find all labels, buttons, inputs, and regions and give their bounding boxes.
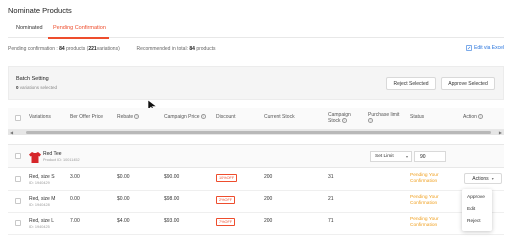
red-tshirt-icon [29, 152, 41, 163]
col-status: Status [410, 114, 425, 120]
summary-bar: Pending confirmation : 84 products (221v… [8, 46, 216, 52]
batch-setting-panel: Batch Setting 0 variations selected Reje… [8, 66, 504, 100]
row-checkbox[interactable] [15, 220, 21, 226]
chevron-down-icon: ▾ [491, 176, 494, 181]
offer-price: 0.00 [70, 196, 80, 202]
purchase-limit-select[interactable]: Set Limit ▾ [370, 151, 412, 162]
row-checkbox[interactable] [15, 198, 21, 204]
table-row: Red, size S ID: 1940429 3.00 $0.00 $90.0… [8, 169, 504, 191]
col-rebate: Rebate? [117, 114, 140, 120]
row-checkbox[interactable] [15, 176, 21, 182]
menu-item-reject[interactable]: Reject [467, 219, 481, 224]
actions-button[interactable]: Actions ▾ [464, 173, 502, 184]
recommended-products-count: 84 [189, 46, 195, 52]
scrollbar-thumb[interactable] [26, 131, 491, 134]
info-icon: ? [368, 118, 373, 124]
approve-selected-button[interactable]: Approve Selected [441, 77, 495, 90]
actions-dropdown-menu: Approve Edit Reject [462, 189, 492, 231]
variation-name: Red, size M [29, 196, 56, 202]
campaign-stock: 31 [328, 174, 334, 180]
campaign-stock: 71 [328, 218, 334, 224]
chevron-down-icon: ▾ [405, 154, 408, 159]
pending-variations-count: 221 [88, 46, 97, 52]
scroll-left-arrow-icon[interactable]: ◀ [10, 130, 13, 135]
products-word: products ( [66, 46, 89, 52]
edit-via-excel-label: Edit via Excel [473, 45, 504, 51]
product-name: Red Tee [43, 151, 62, 157]
info-icon: ? [477, 114, 483, 120]
rebate-value: $0.00 [117, 196, 130, 202]
scroll-right-arrow-icon[interactable]: ▶ [499, 130, 502, 135]
col-campaign-stock: Campaign Stock? [328, 112, 351, 124]
menu-item-edit[interactable]: Edit [467, 207, 475, 212]
selected-text: variations selected [19, 85, 58, 90]
horizontal-scrollbar[interactable]: ◀ ▶ [8, 130, 504, 135]
variation-name: Red, size S [29, 174, 55, 180]
select-all-checkbox[interactable] [15, 115, 21, 121]
campaign-stock: 21 [328, 196, 334, 202]
status-text: Pending Your Confirmation [410, 195, 439, 206]
col-variations: Variations [29, 114, 51, 120]
tab-pending-confirmation[interactable]: Pending Confirmation [53, 25, 106, 31]
rebate-value: $4.00 [117, 218, 130, 224]
variation-id: ID: 1940428 [29, 203, 50, 207]
recommended-label: Recommended in total: [136, 46, 188, 52]
purchase-limit-input[interactable]: 90 [414, 151, 446, 162]
recommended-word: products [196, 46, 216, 52]
offer-price: 7.00 [70, 218, 80, 224]
table-row: Red, size L ID: 1940425 7.00 $4.00 $93.0… [8, 213, 504, 235]
current-stock: 200 [264, 218, 273, 224]
offer-price: 3.00 [70, 174, 80, 180]
status-text: Pending Your Confirmation [410, 217, 439, 228]
col-action: Action? [463, 114, 483, 120]
col-current-stock: Current Stock [264, 114, 295, 120]
product-checkbox[interactable] [15, 153, 21, 159]
variation-id: ID: 1940429 [29, 181, 50, 185]
tab-bar: Nominated Pending Confirmation [8, 20, 504, 39]
edit-icon [466, 45, 472, 51]
menu-item-approve[interactable]: Approve [467, 195, 485, 200]
pending-products-count: 84 [59, 46, 65, 52]
batch-selection-info: 0 variations selected [16, 85, 57, 90]
status-text: Pending Your Confirmation [410, 173, 439, 184]
discount-badge: 7%OFF [216, 218, 236, 226]
table-header: Variations Ber Offer Price Rebate? Campa… [8, 108, 504, 130]
col-campaign-price: Campaign Price? [164, 114, 206, 120]
selected-count: 0 [16, 85, 19, 90]
campaign-price: $93.00 [164, 218, 180, 224]
tab-nominated[interactable]: Nominated [16, 25, 43, 31]
col-purchase-limit: Purchase limit? [368, 112, 400, 124]
pending-label: Pending confirmation : [8, 46, 58, 52]
info-icon: ? [134, 114, 140, 120]
discount-badge: 2%OFF [216, 196, 236, 204]
current-stock: 200 [264, 196, 273, 202]
product-row: Red Tee Product ID: 10011452 Set Limit ▾… [8, 144, 504, 168]
discount-badge: 10%OFF [216, 174, 238, 182]
table-row: Red, size M ID: 1940428 0.00 $0.00 $98.0… [8, 191, 504, 213]
info-icon: ? [341, 118, 347, 124]
campaign-price: $90.00 [164, 174, 180, 180]
col-discount: Discount [216, 114, 236, 120]
variation-name: Red, size L [29, 218, 55, 224]
campaign-price: $98.00 [164, 196, 180, 202]
batch-setting-title: Batch Setting [16, 76, 49, 82]
variations-word: variations) [96, 46, 120, 52]
col-offer-price: Ber Offer Price [70, 114, 103, 120]
page-title: Nominate Products [8, 6, 72, 15]
rebate-value: $0.00 [117, 174, 130, 180]
reject-selected-button[interactable]: Reject Selected [386, 77, 436, 90]
info-icon: ? [200, 114, 206, 120]
variation-id: ID: 1940425 [29, 225, 50, 229]
active-tab-indicator [48, 37, 109, 39]
product-id: Product ID: 10011452 [43, 158, 80, 162]
current-stock: 200 [264, 174, 273, 180]
edit-via-excel-link[interactable]: Edit via Excel [466, 45, 504, 51]
